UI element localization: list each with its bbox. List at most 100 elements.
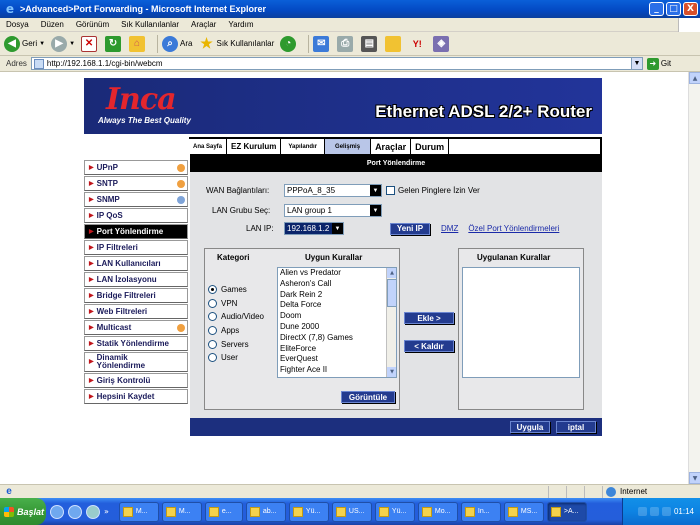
sidebar-item-web-filters[interactable]: ▶ Web Filtreleri bbox=[84, 304, 188, 319]
taskbar-item[interactable]: Mo... bbox=[417, 501, 458, 522]
allow-ping-checkbox[interactable] bbox=[386, 186, 395, 195]
taskbar-item[interactable]: M... bbox=[161, 501, 202, 522]
sidebar-item-access-control[interactable]: ▶ Giriş Kontrolü bbox=[84, 373, 188, 388]
category-games[interactable]: Games bbox=[208, 285, 247, 294]
wan-select[interactable]: PPPoA_8_35 ▼ bbox=[284, 184, 382, 197]
radio-button[interactable] bbox=[208, 326, 217, 335]
tab-advanced[interactable]: Gelişmiş bbox=[325, 139, 371, 154]
messenger-button[interactable] bbox=[385, 34, 403, 54]
favorites-button[interactable]: ★ Sık Kullanılanlar bbox=[198, 34, 274, 54]
radio-button[interactable] bbox=[208, 312, 217, 321]
taskbar-item[interactable]: MS... bbox=[503, 501, 544, 522]
list-item[interactable]: Delta Force bbox=[278, 300, 396, 311]
taskbar-item[interactable]: ab... bbox=[245, 501, 286, 522]
menu-help[interactable]: Yardım bbox=[222, 20, 259, 29]
menu-edit[interactable]: Düzen bbox=[35, 20, 70, 29]
radio-button[interactable] bbox=[208, 353, 217, 362]
menu-tools[interactable]: Araçlar bbox=[185, 20, 222, 29]
radio-button[interactable] bbox=[208, 285, 217, 294]
new-ip-button[interactable]: Yeni IP bbox=[390, 222, 430, 235]
taskbar-item[interactable]: US... bbox=[331, 501, 372, 522]
tray-icon[interactable] bbox=[637, 507, 647, 516]
scroll-down-icon[interactable]: ▼ bbox=[689, 472, 700, 484]
category-audio-video[interactable]: Audio/Video bbox=[208, 312, 264, 321]
scroll-down-icon[interactable]: ▼ bbox=[387, 367, 396, 377]
tab-ez-setup[interactable]: EZ Kurulum bbox=[227, 139, 281, 154]
apply-button[interactable]: Uygula bbox=[510, 421, 550, 433]
taskbar-item-active[interactable]: >A... bbox=[546, 501, 587, 522]
category-servers[interactable]: Servers bbox=[208, 340, 249, 349]
radio-button[interactable] bbox=[208, 299, 217, 308]
sidebar-item-multicast[interactable]: ▶ Multicast bbox=[84, 320, 188, 335]
scroll-up-icon[interactable]: ▲ bbox=[689, 72, 700, 84]
menu-file[interactable]: Dosya bbox=[0, 20, 35, 29]
quicklaunch-ie-icon[interactable] bbox=[68, 504, 82, 519]
list-item[interactable]: Doom bbox=[278, 311, 396, 322]
list-item[interactable]: EverQuest bbox=[278, 354, 396, 365]
taskbar-item[interactable]: Yü... bbox=[288, 501, 329, 522]
search-button[interactable]: ⌕ Ara bbox=[162, 34, 192, 54]
list-item[interactable]: EliteForce bbox=[278, 344, 396, 355]
list-item[interactable]: Asheron's Call bbox=[278, 279, 396, 290]
taskbar-item[interactable]: In... bbox=[460, 501, 501, 522]
list-item[interactable]: Dune 2000 bbox=[278, 322, 396, 333]
mail-button[interactable]: ✉ bbox=[313, 34, 331, 54]
vertical-scrollbar[interactable]: ▲ ▼ bbox=[688, 72, 700, 484]
list-item[interactable]: Alien vs Predator bbox=[278, 268, 396, 279]
print-button[interactable]: ⎙ bbox=[337, 34, 355, 54]
go-button[interactable]: ➜ Git bbox=[646, 57, 671, 70]
back-button[interactable]: ◀ Geri ▼ bbox=[4, 34, 45, 54]
remove-button[interactable]: < Kaldır bbox=[404, 340, 454, 352]
cancel-button[interactable]: iptal bbox=[556, 421, 596, 433]
tab-status[interactable]: Durum bbox=[411, 139, 449, 154]
taskbar-item[interactable]: e... bbox=[204, 501, 243, 522]
list-item[interactable]: Fighter Ace II bbox=[278, 365, 396, 376]
menu-favorites[interactable]: Sık Kullanılanlar bbox=[115, 20, 185, 29]
yahoo-button[interactable]: Y! bbox=[409, 34, 427, 54]
sidebar-item-snmp[interactable]: ▶ SNMP bbox=[84, 192, 188, 207]
maximize-button[interactable]: □ bbox=[666, 2, 681, 16]
tab-configure[interactable]: Yapılandır bbox=[281, 139, 325, 154]
tab-home[interactable]: Ana Sayfa bbox=[189, 139, 227, 154]
home-button[interactable]: ⌂ bbox=[129, 34, 147, 54]
lan-ip-select[interactable]: 192.168.1.2 ▼ bbox=[284, 222, 344, 235]
dmz-link[interactable]: DMZ bbox=[441, 224, 458, 233]
tab-tools[interactable]: Araçlar bbox=[371, 139, 411, 154]
quicklaunch-media-icon[interactable] bbox=[86, 504, 100, 519]
taskbar-item[interactable]: Yü... bbox=[374, 501, 415, 522]
tray-icon[interactable] bbox=[649, 507, 659, 516]
sidebar-item-sntp[interactable]: ▶ SNTP bbox=[84, 176, 188, 191]
tray-icon[interactable] bbox=[661, 507, 671, 516]
clock[interactable]: 01:14 bbox=[674, 507, 694, 516]
category-apps[interactable]: Apps bbox=[208, 326, 239, 335]
address-input[interactable]: http://192.168.1.1/cgi-bin/webcm ▼ bbox=[30, 57, 643, 70]
list-item[interactable]: Dark Rein 2 bbox=[278, 290, 396, 301]
sidebar-item-ip-qos[interactable]: ▶ IP QoS bbox=[84, 208, 188, 223]
scroll-thumb[interactable] bbox=[387, 279, 396, 307]
sidebar-item-port-forwarding[interactable]: ▶ Port Yönlendirme bbox=[84, 224, 188, 239]
sidebar-item-static-routing[interactable]: ▶ Statik Yönlendirme bbox=[84, 336, 188, 351]
list-scrollbar[interactable]: ▲ ▼ bbox=[386, 268, 396, 377]
forward-button[interactable]: ▶ ▼ bbox=[51, 34, 75, 54]
applied-rules-list[interactable] bbox=[462, 267, 580, 378]
sidebar-item-ip-filters[interactable]: ▶ IP Filtreleri bbox=[84, 240, 188, 255]
category-user[interactable]: User bbox=[208, 353, 238, 362]
sidebar-item-save-all[interactable]: ▶ Hepsini Kaydet bbox=[84, 389, 188, 404]
minimize-button[interactable]: _ bbox=[649, 2, 664, 16]
close-button[interactable]: X bbox=[683, 2, 698, 16]
history-button[interactable]: ◔ bbox=[280, 34, 298, 54]
category-vpn[interactable]: VPN bbox=[208, 299, 237, 308]
quicklaunch-browser-icon[interactable] bbox=[50, 504, 64, 519]
sidebar-item-bridge-filters[interactable]: ▶ Bridge Filtreleri bbox=[84, 288, 188, 303]
refresh-button[interactable]: ↻ bbox=[105, 34, 123, 54]
sidebar-item-upnp[interactable]: ▶ UPnP bbox=[84, 160, 188, 175]
sidebar-item-lan-clients[interactable]: ▶ LAN Kullanıcıları bbox=[84, 256, 188, 271]
add-button[interactable]: Ekle > bbox=[404, 312, 454, 324]
quicklaunch-more-icon[interactable]: » bbox=[104, 507, 109, 516]
edit-button[interactable]: ▤ bbox=[361, 34, 379, 54]
available-rules-list[interactable]: Alien vs Predator Asheron's Call Dark Re… bbox=[277, 267, 397, 378]
start-button[interactable]: Başlat bbox=[0, 498, 46, 525]
stop-button[interactable]: ✕ bbox=[81, 34, 99, 54]
chevron-down-icon[interactable]: ▼ bbox=[630, 58, 642, 69]
radio-button[interactable] bbox=[208, 340, 217, 349]
